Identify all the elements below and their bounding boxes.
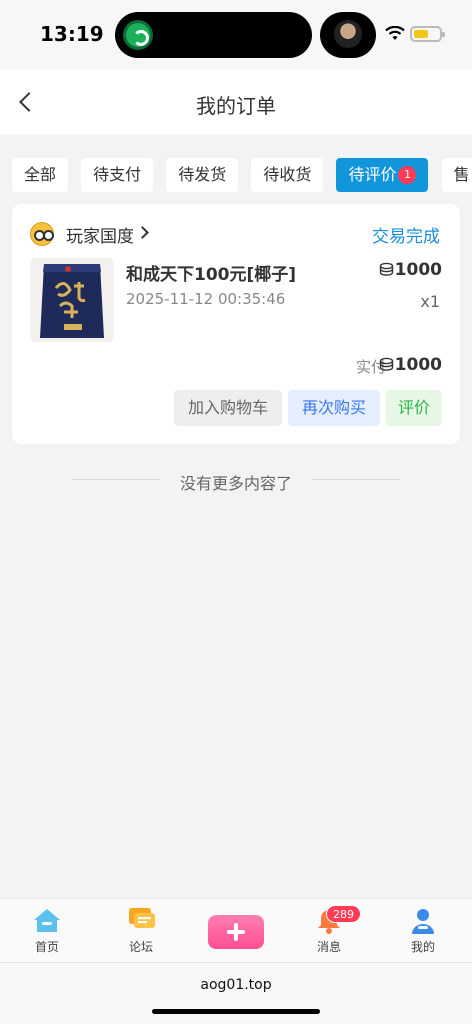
- user-icon: [412, 909, 434, 934]
- app-activity-icon: [123, 20, 153, 50]
- nav-messages[interactable]: 289 消息: [294, 905, 364, 961]
- shop-avatar: [30, 222, 54, 246]
- chat-bubble-icon: [129, 908, 155, 928]
- shop-name[interactable]: 玩家国度: [66, 222, 134, 247]
- tab-label: 全部: [24, 165, 57, 184]
- product-quantity: x1: [420, 292, 440, 311]
- price-value: 1000: [394, 260, 442, 280]
- no-more-content: 没有更多内容了: [179, 474, 292, 493]
- review-button[interactable]: 评价: [386, 390, 442, 426]
- tab-badge: 1: [398, 166, 417, 184]
- nav-mine[interactable]: 我的: [388, 905, 458, 961]
- product-name[interactable]: 和成天下100元[椰子]: [126, 260, 296, 285]
- add-to-cart-button[interactable]: 加入购物车: [174, 390, 282, 426]
- page-header: 我的订单: [0, 70, 472, 134]
- tab-after-sale[interactable]: 售: [441, 158, 472, 192]
- battery-icon: [410, 26, 445, 42]
- dynamic-island: [115, 12, 312, 58]
- page-title: 我的订单: [196, 94, 276, 118]
- product-price: 1000: [379, 260, 442, 280]
- tab-pending-review[interactable]: 待评价 1: [336, 158, 429, 192]
- nav-label: 首页: [34, 940, 59, 954]
- divider: [312, 479, 400, 480]
- url-text[interactable]: aog01.top: [0, 977, 472, 993]
- tab-label: 待收货: [263, 165, 312, 184]
- nav-forum[interactable]: 论坛: [106, 905, 176, 961]
- order-time: 2025-11-12 00:35:46: [126, 290, 286, 308]
- order-card[interactable]: 玩家国度 交易完成 和成天下100元[椰子] 2025-11-12 00:35:…: [12, 204, 460, 444]
- coin-icon: [379, 357, 393, 371]
- wifi-icon: [385, 26, 405, 40]
- order-tabs: 全部 待支付 待发货 待收货 待评价 1 售: [12, 158, 472, 192]
- browser-url-bar[interactable]: aog01.top: [0, 962, 472, 1024]
- post-plus-button[interactable]: [208, 915, 264, 949]
- chevron-right-icon[interactable]: [136, 226, 149, 239]
- live-activity-pill: [320, 12, 376, 58]
- tab-all[interactable]: 全部: [12, 158, 69, 192]
- product-package-icon: [30, 258, 114, 342]
- tab-pending-payment[interactable]: 待支付: [81, 158, 154, 192]
- status-time: 13:19: [40, 22, 104, 46]
- buy-again-button[interactable]: 再次购买: [288, 390, 380, 426]
- tab-label: 待评价: [348, 165, 397, 184]
- paid-amount: 1000: [379, 355, 442, 375]
- tab-label: 待发货: [178, 165, 227, 184]
- nav-label: 我的: [410, 940, 435, 954]
- message-count-badge: 289: [326, 905, 361, 923]
- status-bar: 13:19: [0, 0, 472, 70]
- tab-label: 售: [453, 165, 470, 184]
- order-status: 交易完成: [372, 227, 440, 247]
- tab-pending-shipment[interactable]: 待发货: [166, 158, 239, 192]
- bottom-nav: 首页 论坛 289 消息 我的: [0, 898, 472, 962]
- nav-label: 论坛: [128, 940, 153, 954]
- paid-value: 1000: [394, 355, 442, 375]
- tab-pending-receipt[interactable]: 待收货: [251, 158, 324, 192]
- avatar: [334, 20, 362, 48]
- home-icon: [34, 909, 60, 932]
- product-image[interactable]: [30, 258, 114, 342]
- nav-label: 消息: [316, 940, 341, 954]
- tab-label: 待支付: [93, 165, 142, 184]
- nav-home[interactable]: 首页: [12, 905, 82, 961]
- coin-icon: [379, 262, 393, 276]
- home-indicator: [152, 1009, 320, 1014]
